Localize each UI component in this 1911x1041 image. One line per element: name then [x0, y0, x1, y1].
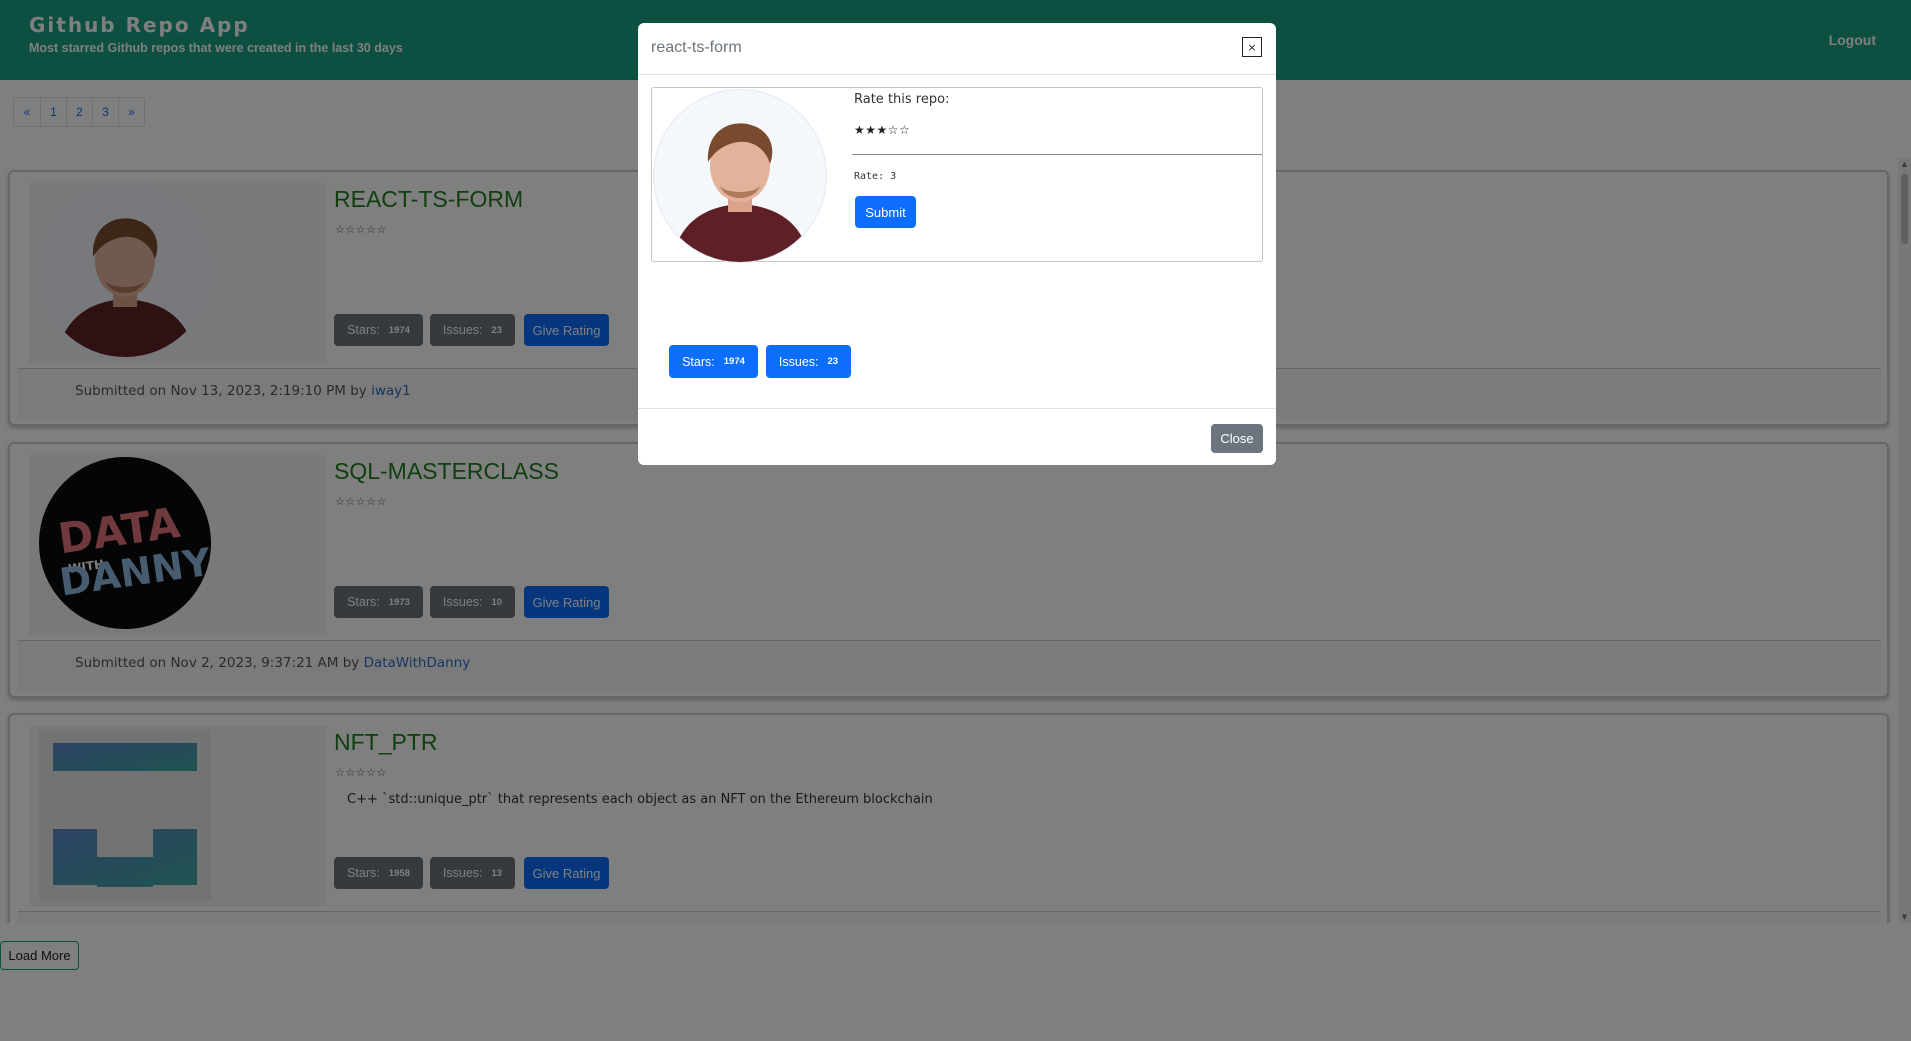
stars-badge: Stars: 1974: [669, 345, 758, 378]
modal-footer: Close: [638, 408, 1276, 465]
close-icon[interactable]: ×: [1242, 37, 1262, 57]
stars-label: Stars:: [682, 354, 715, 369]
modal-header: react-ts-form ×: [638, 23, 1276, 75]
rate-star-selector[interactable]: ★★★☆☆: [854, 123, 910, 137]
divider: [852, 154, 1262, 155]
rate-value: Rate: 3: [854, 171, 897, 182]
rating-modal: react-ts-form × Rate this repo: ★★★☆☆ Ra…: [638, 23, 1276, 465]
issues-label: Issues:: [778, 354, 819, 369]
owner-avatar: [653, 89, 827, 263]
rate-form: Rate this repo: ★★★☆☆ Rate: 3 Submit: [651, 87, 1263, 263]
stars-count: 1974: [723, 356, 745, 367]
modal-title: react-ts-form: [651, 39, 742, 56]
submit-button[interactable]: Submit: [855, 196, 916, 228]
rate-label: Rate this repo:: [854, 92, 950, 107]
issues-count: 23: [827, 356, 839, 367]
close-button[interactable]: Close: [1211, 424, 1263, 453]
issues-badge: Issues: 23: [766, 345, 851, 378]
